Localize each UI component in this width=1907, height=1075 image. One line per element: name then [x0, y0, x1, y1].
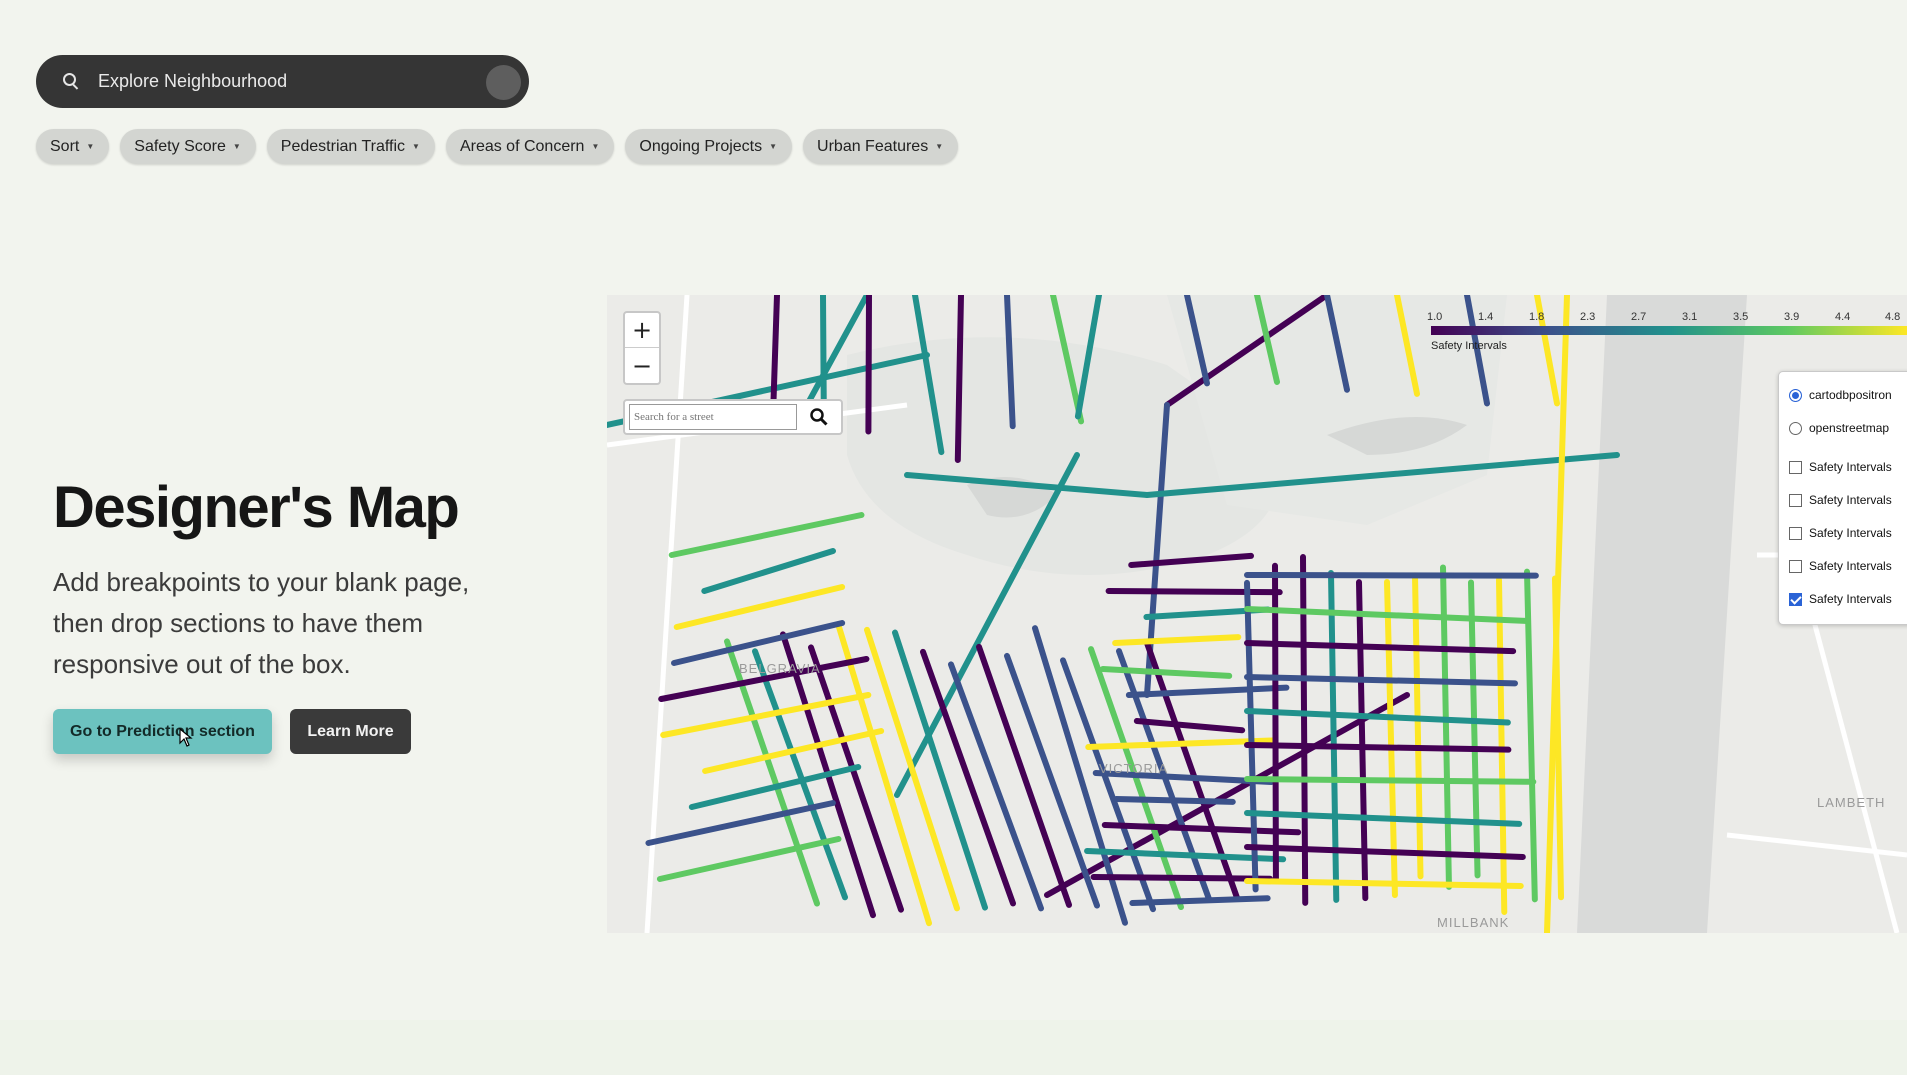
layer-label: openstreetmap — [1809, 421, 1890, 435]
map-place-label: BELGRAVIA — [739, 661, 821, 676]
map-place-label: LAMBETH — [1817, 795, 1886, 810]
street-search — [623, 399, 843, 435]
layer-label: Safety Intervals — [1809, 592, 1892, 606]
street-search-input[interactable] — [629, 404, 797, 430]
checkbox[interactable] — [1789, 592, 1802, 606]
layer-control: cartodbpositron openstreetmap Safety Int… — [1778, 371, 1907, 625]
filter-safety-score[interactable]: Safety Score ▼ — [120, 129, 256, 164]
checkbox[interactable] — [1789, 493, 1802, 507]
page-title: Designer's Map — [53, 475, 460, 540]
radio-button[interactable] — [1789, 421, 1802, 435]
map-place-label: MILLBANK — [1437, 915, 1510, 930]
filter-label: Safety Score — [134, 137, 226, 155]
street-search-button[interactable] — [803, 402, 835, 432]
legend-label: Safety Intervals — [1431, 340, 1507, 352]
go-to-prediction-button[interactable]: Go to Prediction section — [53, 709, 272, 754]
chevron-down-icon: ▼ — [86, 142, 95, 151]
filter-label: Urban Features — [817, 137, 929, 155]
filter-ongoing-projects[interactable]: Ongoing Projects ▼ — [625, 129, 793, 164]
zoom-in-button[interactable]: + — [625, 313, 659, 348]
legend-tick: 1.0 — [1427, 311, 1443, 323]
explore-search-bar[interactable]: Explore Neighbourhood — [36, 55, 529, 108]
overlay-safety-intervals-4[interactable]: Safety Intervals — [1789, 559, 1892, 573]
street-segment[interactable] — [1113, 796, 1236, 805]
filter-urban-features[interactable]: Urban Features ▼ — [803, 129, 959, 164]
legend-ticks: 1.0 1.4 1.8 2.3 2.7 3.1 3.5 3.9 4.4 4.8 — [1427, 311, 1907, 325]
map-place-label: VICTORIA — [1099, 761, 1169, 776]
layer-label: Safety Intervals — [1809, 493, 1892, 507]
search-icon — [62, 72, 82, 92]
safety-map[interactable]: BELGRAVIA VICTORIA LAMBETH MILLBANK + − … — [607, 295, 1907, 933]
legend-tick: 4.8 — [1885, 311, 1901, 323]
chevron-down-icon: ▼ — [412, 142, 420, 151]
filter-pedestrian-traffic[interactable]: Pedestrian Traffic ▼ — [266, 129, 435, 164]
legend-tick: 3.1 — [1682, 311, 1698, 323]
filter-label: Ongoing Projects — [639, 137, 763, 155]
filter-label: Pedestrian Traffic — [280, 137, 406, 155]
filter-areas-of-concern[interactable]: Areas of Concern ▼ — [445, 129, 615, 164]
legend-tick: 2.3 — [1580, 311, 1596, 323]
overlay-safety-intervals-5[interactable]: Safety Intervals — [1789, 592, 1892, 606]
layer-option-cartodbpositron[interactable]: cartodbpositron — [1789, 388, 1892, 402]
street-segment[interactable] — [1090, 874, 1274, 882]
legend-tick: 3.5 — [1733, 311, 1749, 323]
legend-tick: 3.9 — [1784, 311, 1800, 323]
hero-description: Add breakpoints to your blank page, then… — [53, 567, 470, 679]
street-segment[interactable] — [865, 295, 872, 435]
chevron-down-icon: ▼ — [935, 142, 944, 151]
layer-label: Safety Intervals — [1809, 526, 1892, 540]
zoom-out-button[interactable]: − — [625, 348, 659, 383]
layer-label: cartodbpositron — [1809, 388, 1892, 402]
legend-tick: 2.7 — [1631, 311, 1647, 323]
overlay-safety-intervals-2[interactable]: Safety Intervals — [1789, 493, 1892, 507]
checkbox[interactable] — [1789, 559, 1802, 573]
map-zoom-control: + − — [623, 311, 661, 385]
legend-tick: 1.4 — [1478, 311, 1494, 323]
filter-label: Sort — [50, 137, 80, 155]
overlay-safety-intervals-1[interactable]: Safety Intervals — [1789, 460, 1892, 474]
street-segment[interactable] — [1105, 588, 1283, 596]
chevron-down-icon: ▼ — [232, 142, 241, 151]
filter-label: Areas of Concern — [459, 137, 585, 155]
search-label: Explore Neighbourhood — [98, 71, 288, 91]
filter-bar: Sort ▼ Safety Score ▼ Pedestrian Traffic ▼ … — [36, 129, 969, 164]
layer-option-openstreetmap[interactable]: openstreetmap — [1789, 421, 1889, 435]
street-segment[interactable] — [1244, 572, 1539, 579]
map-street-network[interactable] — [607, 295, 1907, 933]
learn-more-button[interactable]: Learn More — [290, 709, 411, 754]
filter-sort[interactable]: Sort ▼ — [36, 129, 110, 164]
checkbox[interactable] — [1789, 460, 1802, 474]
legend-colorbar — [1431, 326, 1907, 335]
search-submit-button[interactable] — [486, 65, 521, 100]
checkbox[interactable] — [1789, 526, 1802, 540]
legend-tick: 1.8 — [1529, 311, 1545, 323]
footer-band — [0, 1020, 1907, 1075]
street-segment[interactable] — [1244, 776, 1537, 785]
chevron-down-icon: ▼ — [591, 142, 600, 151]
legend-tick: 4.4 — [1835, 311, 1851, 323]
street-segment[interactable] — [954, 295, 964, 464]
search-icon — [810, 408, 828, 426]
radio-button[interactable] — [1789, 388, 1802, 402]
layer-label: Safety Intervals — [1809, 559, 1892, 573]
layer-label: Safety Intervals — [1809, 460, 1892, 474]
chevron-down-icon: ▼ — [769, 142, 778, 151]
mouse-cursor-icon — [179, 728, 193, 747]
overlay-safety-intervals-3[interactable]: Safety Intervals — [1789, 526, 1892, 540]
